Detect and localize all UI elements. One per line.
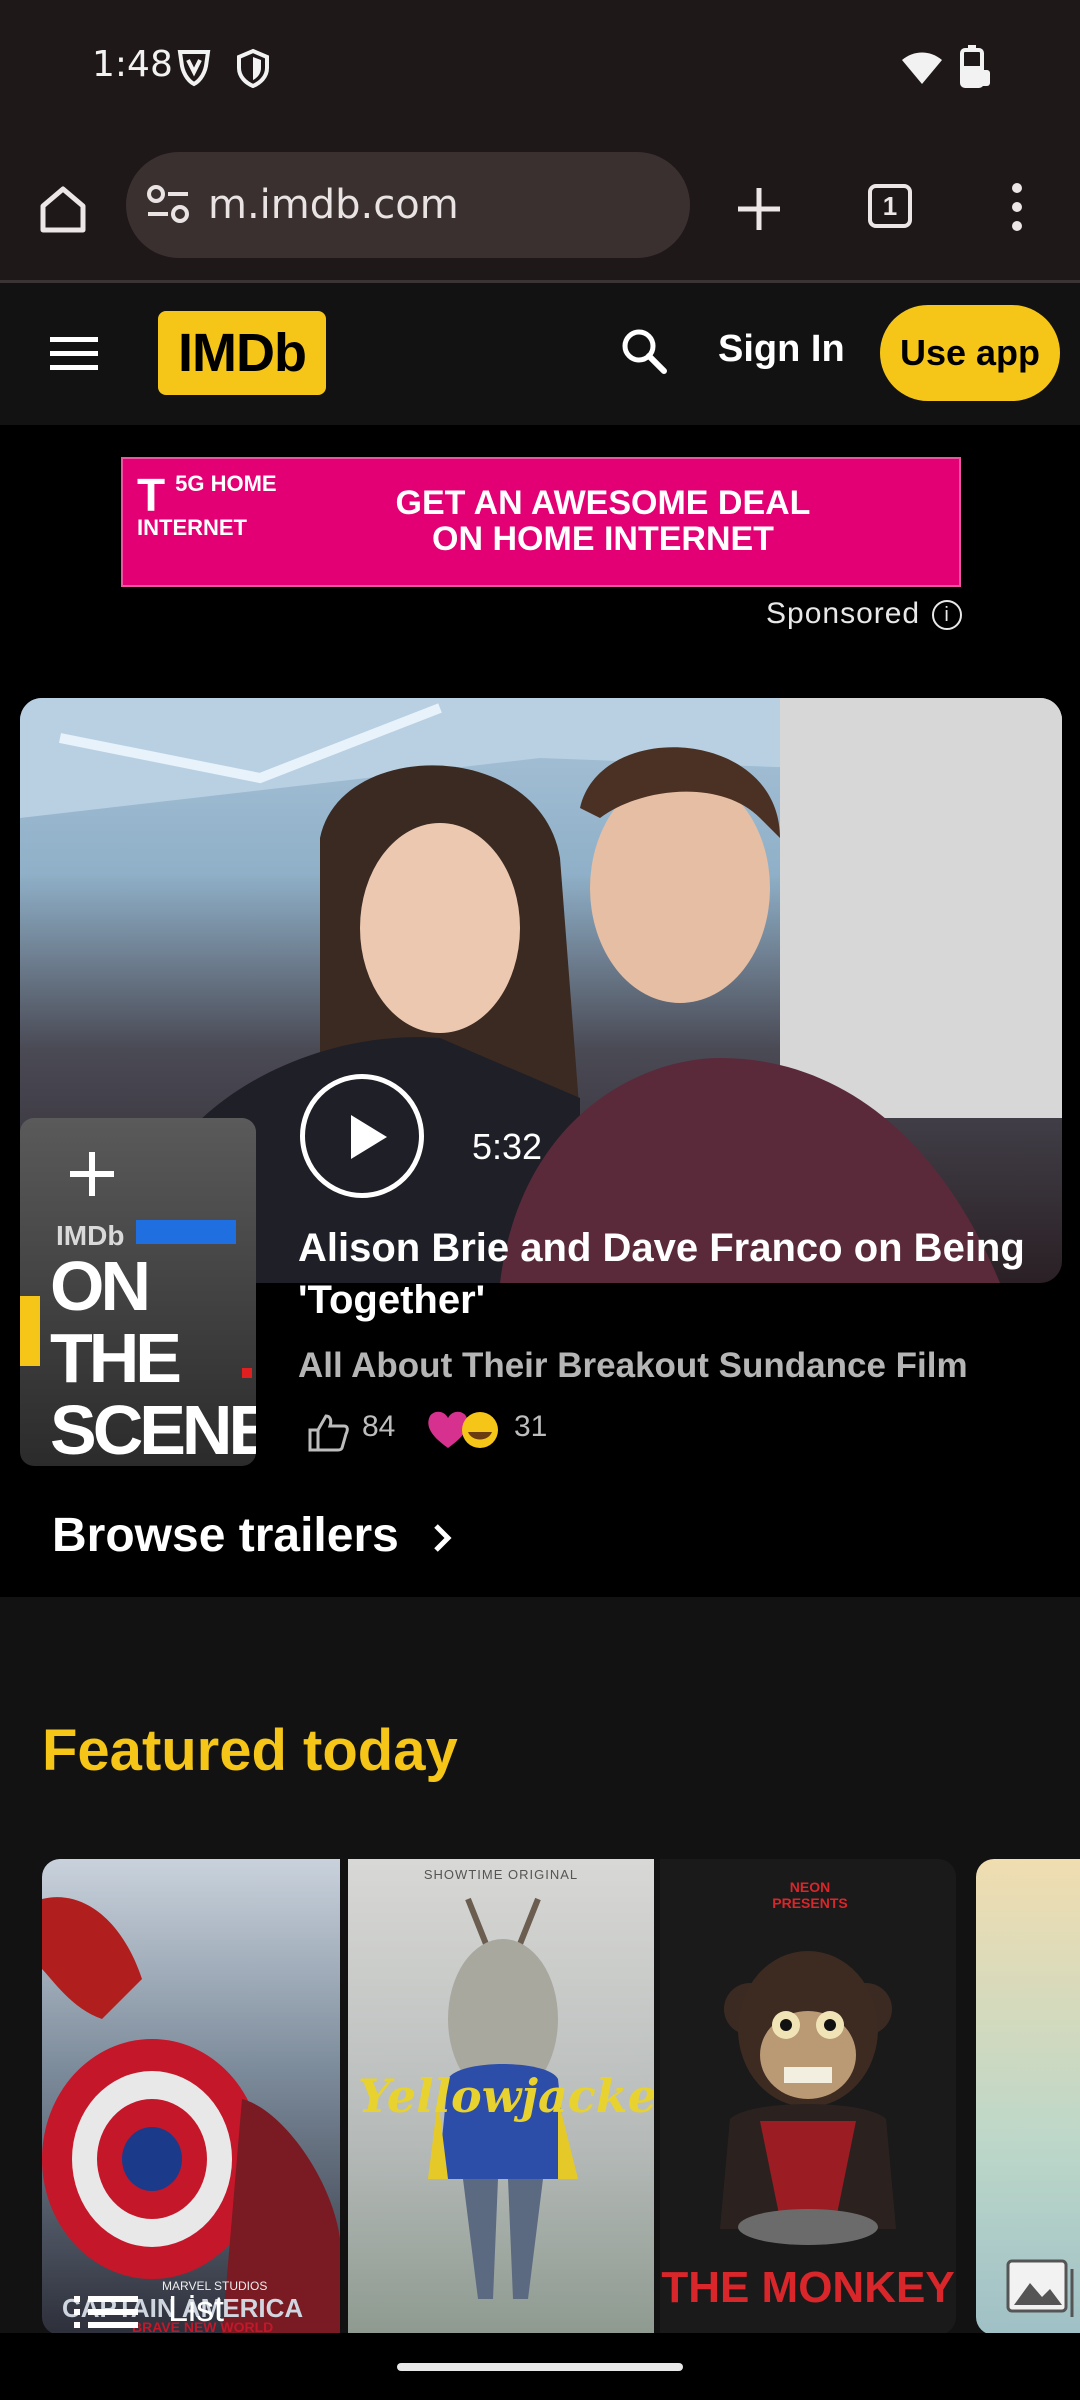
url-text[interactable]: m.imdb.com [208,182,459,228]
on-the-scene-thumbnail[interactable]: IMDb ON THE SCENE [20,1118,256,1466]
sign-in-link[interactable]: Sign In [718,328,845,371]
thumb-title: ON THE SCENE [50,1250,256,1466]
imdb-logo[interactable]: IMDb [158,311,326,395]
thumb-red-dot [242,1368,252,1378]
site-settings-icon[interactable] [146,184,190,224]
more-options-icon[interactable] [1010,182,1024,232]
thumb-line1: ON THE [50,1247,182,1397]
status-time: 1:48 [92,44,173,85]
home-icon[interactable] [38,184,88,234]
video-title[interactable]: Alison Brie and Dave Franco on Being 'To… [298,1222,1038,1326]
play-button[interactable] [300,1074,424,1198]
thumb-yellow-bar [20,1296,40,1366]
captain-america-artwork [42,1897,340,2335]
browse-trailers-link[interactable]: Browse trailers [52,1508,452,1563]
imdb-header: IMDb Sign In Use app [0,283,1080,425]
security-shield-icon [237,48,269,88]
address-bar[interactable]: m.imdb.com [126,152,690,258]
browse-trailers-label: Browse trailers [52,1509,399,1562]
ad-headline-line1: GET AN AWESOME DEAL [395,484,811,522]
sponsored-label[interactable]: Sponsored i [766,597,963,631]
ad-brand: T 5G HOME INTERNET [137,469,277,540]
search-icon[interactable] [620,327,668,375]
tab-count: 1 [882,191,898,221]
featured-title: Featured today [42,1718,458,1783]
poster-yellowjackets[interactable]: SHOWTIME ORIGINAL Yellowjackets [348,1859,654,2335]
gallery-icon[interactable] [1006,2259,1076,2319]
featured-section: Featured today MARVEL STUDIOS CAPTAIN AM… [0,1597,1080,2335]
poster3-title: THE MONKEY [661,2263,955,2312]
poster-the-monkey[interactable]: NEON PRESENTS THE MONKEY [660,1859,956,2335]
video-subtitle: All About Their Breakout Sundance Film [298,1346,968,1385]
sponsored-text: Sponsored [766,597,921,630]
ad-brand-line1: 5G HOME [175,471,277,496]
wifi-icon [902,52,942,84]
reactions-icon[interactable] [424,1406,504,1452]
thumb-accent-bar [136,1220,236,1244]
poster-partial-next[interactable] [976,1859,1080,2335]
tmobile-logo-icon: T [137,469,166,521]
new-tab-icon[interactable] [736,186,782,232]
list-icon[interactable] [74,2292,138,2332]
reaction-count: 31 [514,1410,548,1443]
use-app-button[interactable]: Use app [880,305,1060,401]
list-label[interactable]: List [168,2288,224,2330]
thumbs-up-icon[interactable] [308,1412,350,1452]
vpn-shield-icon [177,50,211,87]
navigation-bar [0,2333,1080,2400]
browser-toolbar: m.imdb.com 1 [0,140,1080,283]
like-count: 84 [362,1410,396,1443]
chevron-right-icon [434,1524,452,1553]
home-indicator[interactable] [397,2363,683,2371]
ad-banner[interactable]: T 5G HOME INTERNET GET AN AWESOME DEAL O… [121,457,961,587]
ad-brand-line2: INTERNET [137,515,247,540]
thumb-line2: SCENE [50,1391,256,1466]
battery-icon [960,45,990,88]
status-bar: 1:48 [0,0,1080,140]
poster2-title: Yellowjackets [358,2069,654,2123]
ad-headline-line2: ON HOME INTERNET [432,520,774,558]
video-duration: 5:32 [472,1126,543,1167]
menu-icon[interactable] [50,335,98,371]
ad-headline: GET AN AWESOME DEAL ON HOME INTERNET [353,485,853,557]
poster-captain-america[interactable]: MARVEL STUDIOS CAPTAIN AMERICA BRAVE NEW… [42,1859,340,2335]
tab-switcher-button[interactable]: 1 [868,184,912,228]
play-icon [351,1115,387,1159]
info-icon[interactable]: i [932,600,963,631]
add-to-watchlist-icon[interactable] [56,1138,128,1210]
